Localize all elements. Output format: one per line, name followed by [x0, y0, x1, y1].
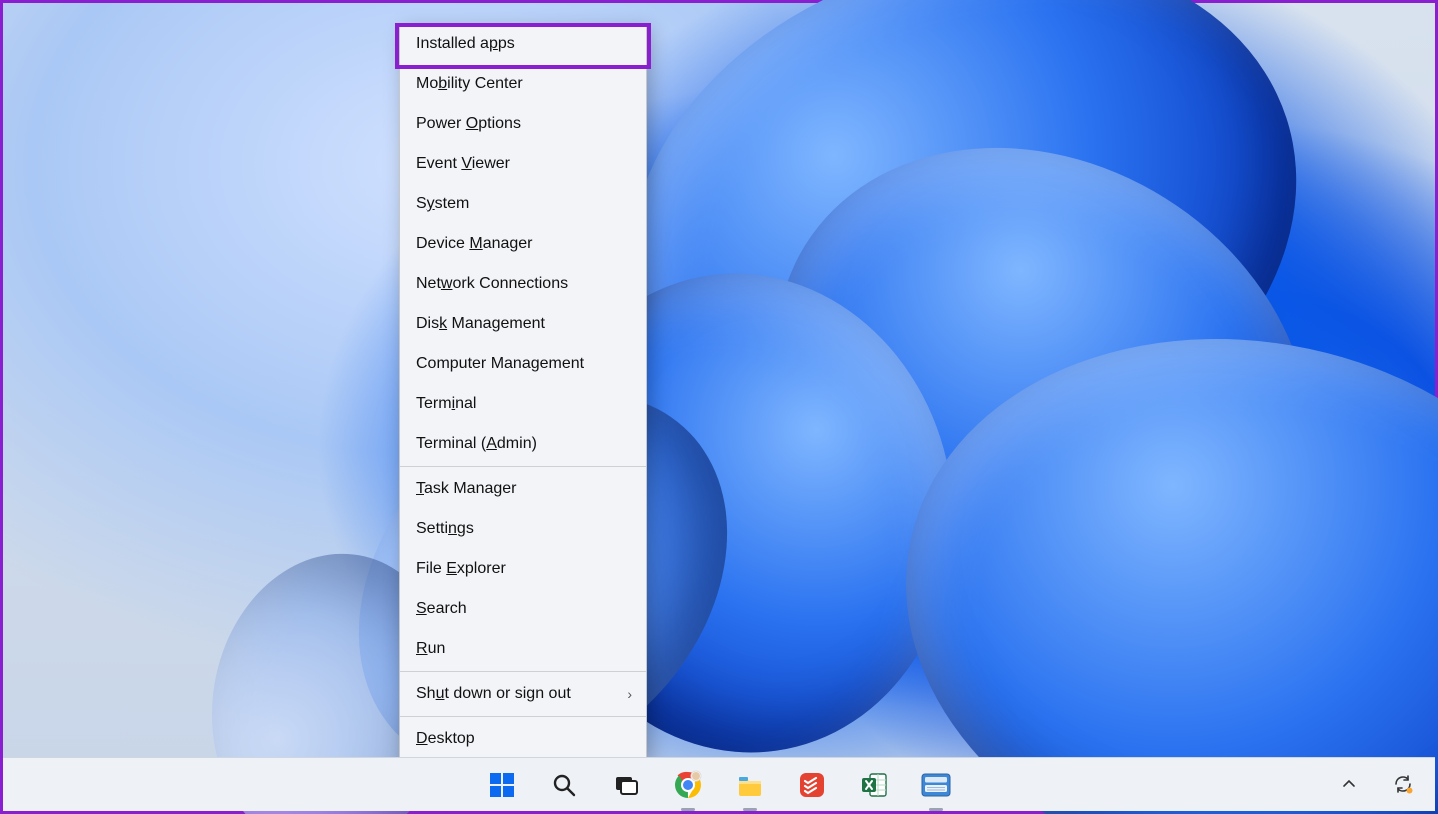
- windows-logo-icon: [488, 771, 516, 799]
- autoruns-icon: [921, 773, 951, 797]
- menu-item-label: Disk Management: [416, 315, 545, 333]
- file-explorer-taskbar-icon[interactable]: [730, 765, 770, 805]
- chevron-up-icon: [1342, 777, 1356, 791]
- menu-item-label: Power Options: [416, 115, 521, 133]
- menu-item-run[interactable]: Run: [400, 629, 646, 669]
- todoist-icon: [798, 771, 826, 799]
- autoruns-taskbar-icon[interactable]: [916, 765, 956, 805]
- menu-item-file-explorer[interactable]: File Explorer: [400, 549, 646, 589]
- menu-item-system[interactable]: System: [400, 184, 646, 224]
- task-view-button[interactable]: [606, 765, 646, 805]
- menu-separator: [400, 716, 646, 717]
- taskbar-center-apps: [482, 765, 956, 805]
- menu-item-label: Event Viewer: [416, 155, 510, 173]
- chrome-icon: [673, 770, 703, 800]
- start-button[interactable]: [482, 765, 522, 805]
- menu-item-label: Shut down or sign out: [416, 685, 571, 703]
- excel-icon: [860, 771, 888, 799]
- todoist-taskbar-icon[interactable]: [792, 765, 832, 805]
- menu-item-event-viewer[interactable]: Event Viewer: [400, 144, 646, 184]
- search-button[interactable]: [544, 765, 584, 805]
- task-view-icon: [613, 772, 639, 798]
- menu-item-label: Terminal: [416, 395, 476, 413]
- menu-item-label: Network Connections: [416, 275, 568, 293]
- chevron-right-icon: ›: [627, 686, 632, 702]
- menu-item-mobility-center[interactable]: Mobility Center: [400, 64, 646, 104]
- menu-item-device-manager[interactable]: Device Manager: [400, 224, 646, 264]
- desktop-wallpaper: [3, 3, 1435, 811]
- menu-item-power-options[interactable]: Power Options: [400, 104, 646, 144]
- menu-item-settings[interactable]: Settings: [400, 509, 646, 549]
- menu-item-computer-management[interactable]: Computer Management: [400, 344, 646, 384]
- chrome-taskbar-icon[interactable]: [668, 765, 708, 805]
- show-hidden-icons-button[interactable]: [1329, 764, 1369, 804]
- menu-item-label: File Explorer: [416, 560, 506, 578]
- menu-item-label: Desktop: [416, 730, 475, 748]
- menu-item-terminal-admin[interactable]: Terminal (Admin): [400, 424, 646, 464]
- menu-item-disk-management[interactable]: Disk Management: [400, 304, 646, 344]
- menu-item-network-connections[interactable]: Network Connections: [400, 264, 646, 304]
- menu-item-label: Device Manager: [416, 235, 533, 253]
- windows-update-tray-icon[interactable]: [1383, 764, 1423, 804]
- menu-item-task-manager[interactable]: Task Manager: [400, 469, 646, 509]
- menu-separator: [400, 671, 646, 672]
- menu-item-label: Installed apps: [416, 35, 515, 53]
- excel-taskbar-icon[interactable]: [854, 765, 894, 805]
- menu-item-label: Task Manager: [416, 480, 517, 498]
- menu-item-label: Terminal (Admin): [416, 435, 537, 453]
- sync-icon: [1392, 773, 1414, 795]
- menu-item-label: Run: [416, 640, 445, 658]
- menu-item-label: System: [416, 195, 469, 213]
- menu-item-shut-down-or-sign-out[interactable]: Shut down or sign out ›: [400, 674, 646, 714]
- folder-icon: [736, 771, 764, 799]
- winx-context-menu: Installed apps Mobility Center Power Optio…: [399, 23, 647, 760]
- system-tray: [1329, 757, 1423, 811]
- menu-item-label: Mobility Center: [416, 75, 523, 93]
- menu-separator: [400, 466, 646, 467]
- menu-item-terminal[interactable]: Terminal: [400, 384, 646, 424]
- menu-item-search[interactable]: Search: [400, 589, 646, 629]
- taskbar: [3, 757, 1435, 811]
- menu-item-label: Settings: [416, 520, 474, 538]
- search-icon: [551, 772, 577, 798]
- menu-item-label: Search: [416, 600, 467, 618]
- menu-item-installed-apps[interactable]: Installed apps: [400, 24, 646, 64]
- menu-item-desktop[interactable]: Desktop: [400, 719, 646, 759]
- menu-item-label: Computer Management: [416, 355, 584, 373]
